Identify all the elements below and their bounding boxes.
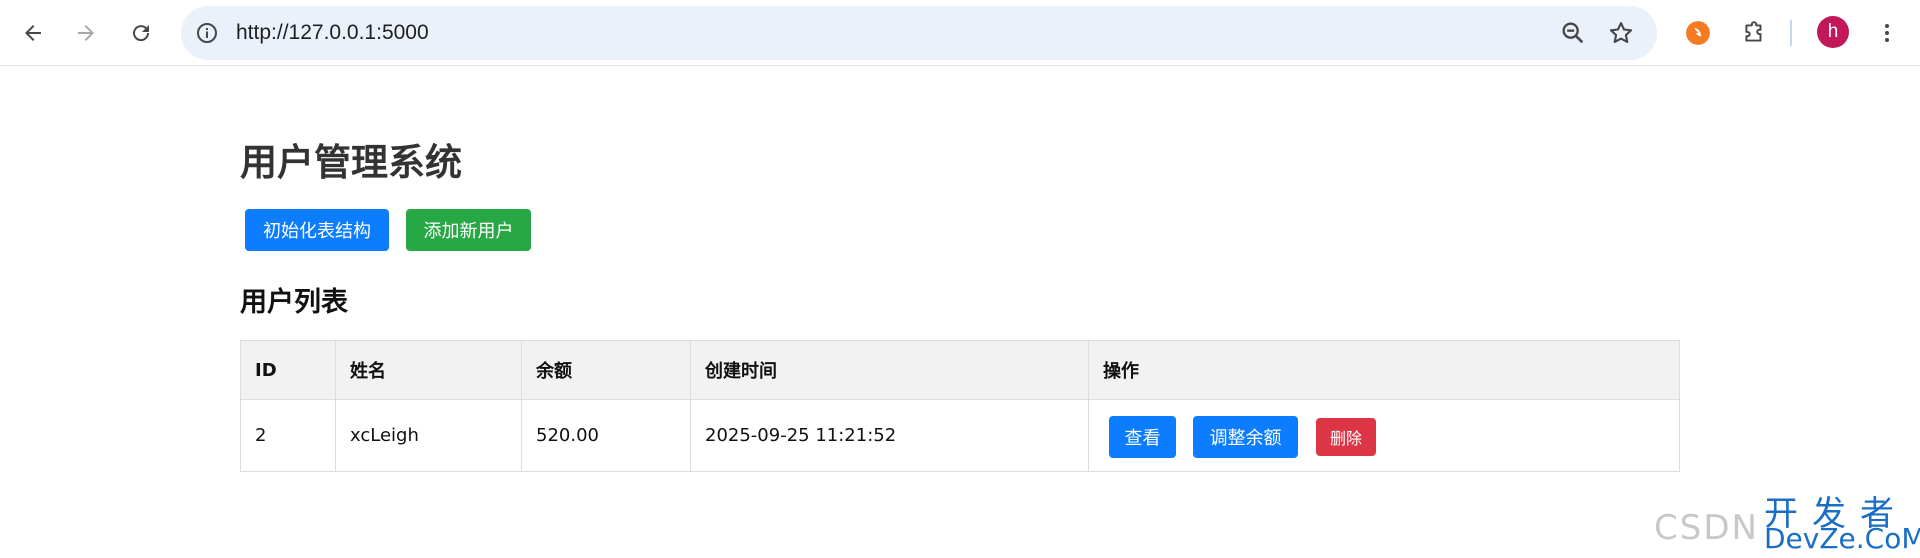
table-row: 2 xcLeigh 520.00 2025-09-25 11:21:52 查看 … <box>240 399 1680 472</box>
watermark-devze: DevZe.CoM <box>1764 522 1920 555</box>
toolbar-divider <box>1790 20 1792 46</box>
user-list-title: 用户列表 <box>240 287 348 318</box>
cell-actions: 查看 调整余额 删除 <box>1088 399 1680 472</box>
browser-menu-button[interactable] <box>1870 16 1904 50</box>
forward-button[interactable] <box>66 13 106 53</box>
kebab-menu-icon <box>1885 24 1889 42</box>
extension-button[interactable] <box>1681 16 1715 50</box>
cell-id: 2 <box>240 399 336 472</box>
cell-balance: 520.00 <box>521 399 691 472</box>
back-button[interactable] <box>13 13 53 53</box>
adjust-balance-button[interactable]: 调整余额 <box>1193 416 1298 458</box>
table-header-row: ID 姓名 余额 创建时间 操作 <box>240 340 1680 400</box>
info-icon[interactable] <box>195 21 219 45</box>
star-icon[interactable] <box>1607 19 1635 47</box>
delete-button[interactable]: 删除 <box>1316 418 1376 456</box>
watermark-csdn: CSDN <box>1654 508 1759 548</box>
url-text[interactable]: http://127.0.0.1:5000 <box>236 6 429 60</box>
address-bar[interactable]: http://127.0.0.1:5000 <box>181 6 1657 60</box>
extension-icon <box>1686 21 1710 45</box>
add-user-button[interactable]: 添加新用户 <box>406 209 531 251</box>
cell-created-at: 2025-09-25 11:21:52 <box>690 399 1089 472</box>
col-header-name: 姓名 <box>335 340 522 400</box>
zoom-out-icon[interactable] <box>1559 19 1587 47</box>
reload-icon <box>133 25 150 42</box>
browser-toolbar: http://127.0.0.1:5000 h <box>0 0 1920 66</box>
arrow-left-icon <box>25 25 41 41</box>
reload-button[interactable] <box>121 13 161 53</box>
page-title: 用户管理系统 <box>240 141 462 184</box>
profile-avatar[interactable]: h <box>1817 16 1849 48</box>
view-button[interactable]: 查看 <box>1109 416 1176 458</box>
arrow-right-icon <box>78 25 94 41</box>
col-header-balance: 余额 <box>521 340 691 400</box>
puzzle-icon <box>1745 21 1762 42</box>
col-header-id: ID <box>240 340 336 400</box>
users-table: ID 姓名 余额 创建时间 操作 2 xcLeigh 520.00 2025-0… <box>240 340 1680 472</box>
col-header-created-at: 创建时间 <box>690 340 1089 400</box>
col-header-actions: 操作 <box>1088 340 1680 400</box>
watermark: CSDN 开发者 DevZe.CoM <box>1654 488 1920 555</box>
cell-name: xcLeigh <box>335 399 522 472</box>
extensions-menu-button[interactable] <box>1737 16 1771 50</box>
init-schema-button[interactable]: 初始化表结构 <box>245 209 389 251</box>
